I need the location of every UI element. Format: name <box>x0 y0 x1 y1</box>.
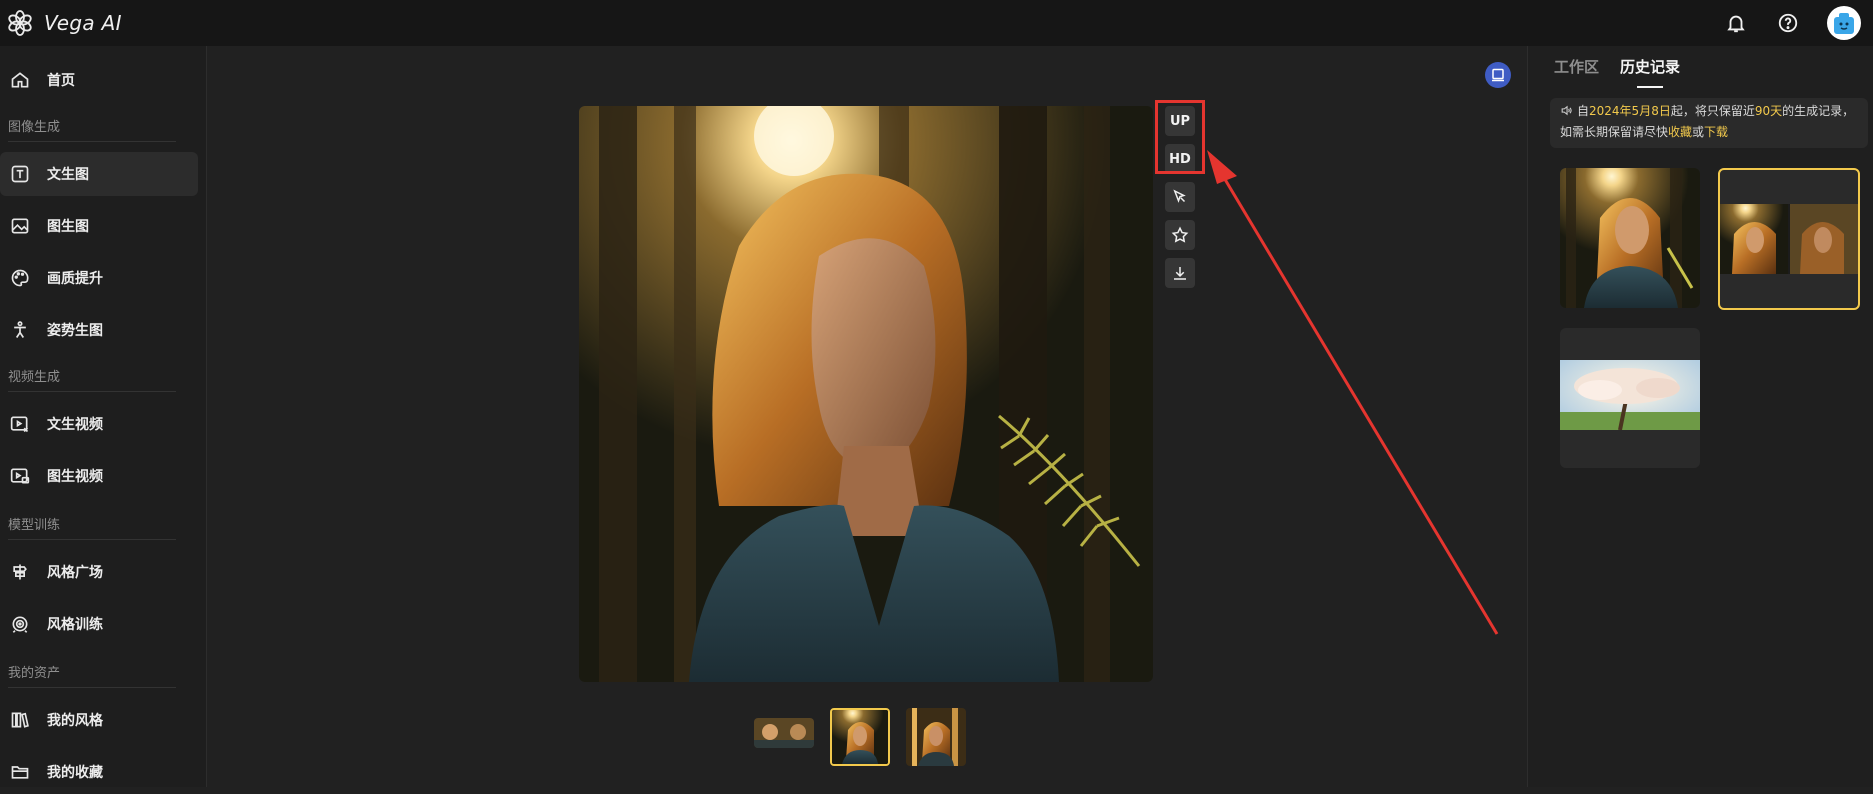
sidebar-item-label: 风格训练 <box>47 617 103 633</box>
history-item-3[interactable] <box>1560 328 1700 468</box>
text-box-icon <box>9 163 31 185</box>
sidebar-item-label: 图生视频 <box>47 469 103 485</box>
sidebar-item-image-to-video[interactable]: 图生视频 <box>0 454 198 498</box>
select-button[interactable] <box>1165 182 1195 212</box>
notice-days: 90天 <box>1754 104 1783 118</box>
sidebar-item-label: 我的收藏 <box>47 765 103 781</box>
sidebar-section-image: 图像生成 <box>8 116 176 142</box>
select-cursor-icon <box>1173 189 1186 203</box>
sidebar-item-style-training[interactable]: 风格训练 <box>0 602 198 646</box>
sidebar-item-my-styles[interactable]: 我的风格 <box>0 698 198 742</box>
sidebar-item-label: 姿势生图 <box>47 323 103 339</box>
retention-notice: 自2024年5月8日起，将只保留近90天的生成记录， 如需长期保留请尽快收藏或下… <box>1550 98 1868 148</box>
sidebar-item-image-to-image[interactable]: 图生图 <box>0 204 198 248</box>
sidebar-section-my-assets: 我的资产 <box>8 662 176 688</box>
logo[interactable]: Vega AI <box>6 9 122 37</box>
sidebar-item-home[interactable]: 首页 <box>0 58 198 102</box>
notice-download-link[interactable]: 下载 <box>1704 125 1728 139</box>
signpost-icon <box>9 561 31 583</box>
image-icon <box>9 215 31 237</box>
thumbnail-1[interactable] <box>754 718 814 748</box>
history-item-1[interactable] <box>1560 168 1700 308</box>
target-icon <box>9 613 31 635</box>
gallery-toggle-button[interactable] <box>1485 62 1511 88</box>
download-icon <box>1174 267 1186 280</box>
books-icon <box>9 709 31 731</box>
sidebar-section-video: 视频生成 <box>8 366 176 392</box>
bell-icon[interactable] <box>1723 10 1749 36</box>
sidebar-item-text-to-video[interactable]: 文生视频 <box>0 402 198 446</box>
avatar[interactable] <box>1827 6 1861 40</box>
sidebar-item-label: 我的风格 <box>47 713 103 729</box>
sidebar-item-quality-upscale[interactable]: 画质提升 <box>0 256 198 300</box>
vega-logo-icon <box>8 10 32 36</box>
sidebar-item-label: 图生图 <box>47 219 89 235</box>
gallery-icon <box>1492 68 1504 82</box>
sidebar-item-style-square[interactable]: 风格广场 <box>0 550 198 594</box>
active-tab-indicator <box>1637 86 1663 88</box>
annotation-arrow <box>1207 150 1499 635</box>
brand-name: Vega AI <box>44 11 122 35</box>
folder-icon <box>9 761 31 783</box>
thumbnail-3[interactable] <box>906 708 966 766</box>
history-item-2[interactable] <box>1718 168 1860 310</box>
speaker-icon <box>1560 104 1573 123</box>
generated-image[interactable] <box>579 106 1153 682</box>
sidebar-item-label: 首页 <box>47 73 75 89</box>
right-panel: 工作区 历史记录 自2024年5月8日起，将只保留近90天的生成记录， 如需长期… <box>1527 46 1873 787</box>
video-image-icon <box>9 465 31 487</box>
top-bar: Vega AI <box>0 0 1873 46</box>
notice-date: 2024年5月8日 <box>1589 104 1671 118</box>
sidebar-item-text-to-image[interactable]: 文生图 <box>0 152 198 196</box>
video-text-icon <box>9 413 31 435</box>
sidebar-item-label: 风格广场 <box>47 565 103 581</box>
tab-workspace[interactable]: 工作区 <box>1554 56 1599 77</box>
sidebar-item-pose-to-image[interactable]: 姿势生图 <box>0 308 198 352</box>
tab-history[interactable]: 历史记录 <box>1620 56 1680 77</box>
sidebar-section-model-training: 模型训练 <box>8 514 176 540</box>
main-canvas: UP HD <box>207 46 1527 787</box>
star-icon <box>1171 226 1189 243</box>
download-button[interactable] <box>1165 258 1195 288</box>
sidebar-item-label: 文生图 <box>47 167 89 183</box>
thumbnail-2[interactable] <box>830 708 890 766</box>
help-icon[interactable] <box>1775 10 1801 36</box>
sidebar-item-label: 画质提升 <box>47 271 103 287</box>
sidebar: 首页 图像生成 文生图 图生图 画质提升 姿势生图 视频生成 文生视频 图生视频… <box>0 46 207 787</box>
sidebar-item-label: 文生视频 <box>47 417 103 433</box>
home-icon <box>9 69 31 91</box>
palette-icon <box>9 267 31 289</box>
pose-icon <box>9 319 31 341</box>
favorite-button[interactable] <box>1165 220 1195 250</box>
notice-collect-link[interactable]: 收藏 <box>1668 125 1692 139</box>
sidebar-item-my-favorites[interactable]: 我的收藏 <box>0 750 198 794</box>
